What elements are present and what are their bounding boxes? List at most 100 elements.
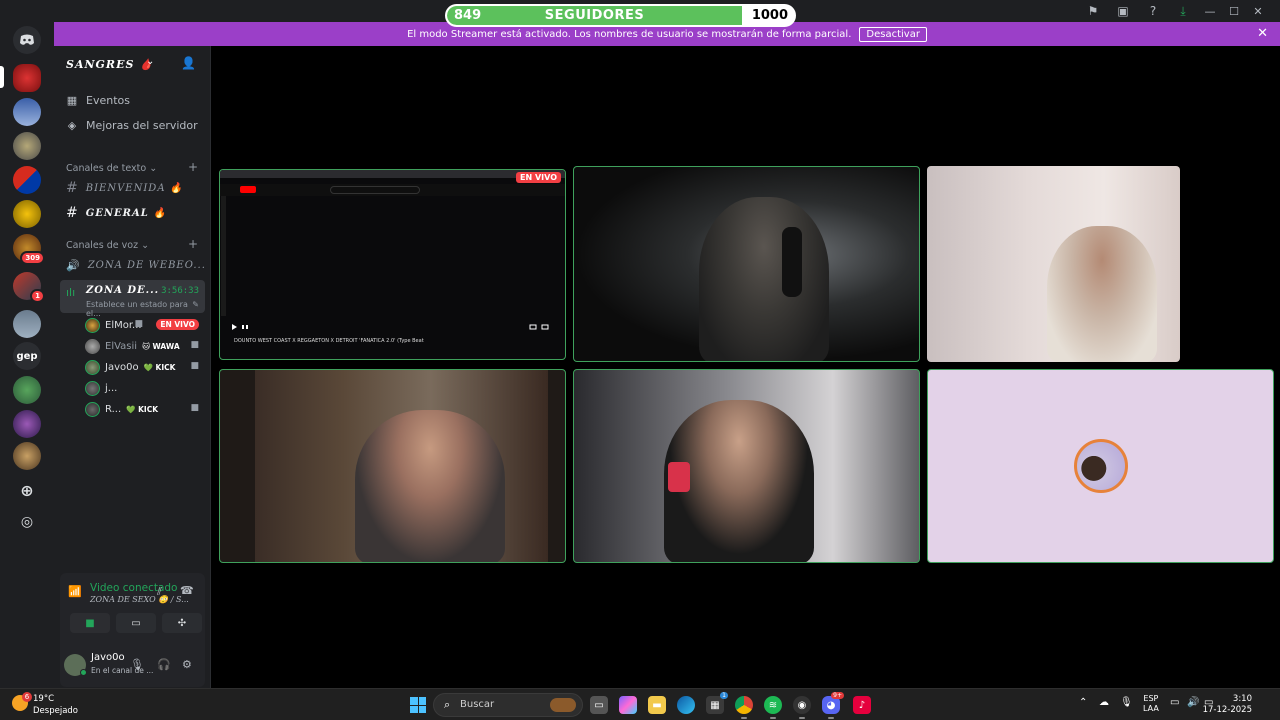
microphone-tray-icon[interactable]: 🎙 xyxy=(1120,697,1133,708)
voice-member[interactable]: ElVasii 🐱 WAWA ■ xyxy=(85,337,205,355)
channel-label: ZONA DE... xyxy=(86,285,160,296)
active-voice-channel[interactable]: ılı ZONA DE... 3:56:33 Establece un esta… xyxy=(60,280,205,318)
signal-icon[interactable]: 📶 xyxy=(68,585,82,598)
calendar-icon: ▦ xyxy=(66,94,78,107)
search-placeholder: Buscar xyxy=(460,699,495,710)
discord-home-icon[interactable] xyxy=(13,26,41,54)
channel-label: ZONA DE WEBEO... xyxy=(87,260,206,271)
server-icon-5[interactable] xyxy=(13,200,41,228)
server-name[interactable]: SANGRES 🩸 xyxy=(66,58,154,71)
task-view-icon[interactable]: ▭ xyxy=(590,696,608,714)
noise-suppression-icon[interactable]: ⫽ xyxy=(157,585,162,599)
microphone-icon[interactable]: 🎙 xyxy=(130,658,144,671)
voice-member[interactable]: j... xyxy=(85,379,205,397)
headphones-icon[interactable]: 🎧 xyxy=(157,658,171,671)
explore-icon[interactable]: ◎ xyxy=(13,508,41,536)
disconnect-icon[interactable]: ☎ xyxy=(180,584,194,597)
call-timer: 3:56:33 xyxy=(161,286,199,296)
activities-button[interactable]: ✣ xyxy=(162,613,202,633)
disable-streamer-mode-button[interactable]: Desactivar xyxy=(859,26,927,42)
onedrive-icon[interactable]: ☁ xyxy=(1099,697,1109,708)
camera-icon: ■ xyxy=(85,617,95,629)
camera-toggle-button[interactable]: ■ xyxy=(70,613,110,633)
server-icon-12[interactable] xyxy=(13,442,41,470)
camera-icon: ■ xyxy=(134,319,143,329)
taskbar-clock[interactable]: 3:10 17-12-2025 xyxy=(1203,694,1252,716)
language-indicator[interactable]: ESP LAA xyxy=(1143,694,1159,714)
browser-tabs xyxy=(220,170,565,178)
maximize-button[interactable]: ☐ xyxy=(1222,3,1246,19)
avatar xyxy=(85,338,100,354)
flag-icon[interactable]: ⚑ xyxy=(1078,3,1108,19)
server-icon-4[interactable] xyxy=(13,166,41,194)
participant-video xyxy=(1047,226,1157,362)
taskbar-search[interactable]: ⌕ Buscar xyxy=(433,693,583,717)
share-screen-button[interactable]: ▭ xyxy=(116,613,156,633)
voice-member[interactable]: ElMor... ■ EN VIVO xyxy=(85,316,205,334)
help-icon[interactable]: ? xyxy=(1138,3,1168,19)
browser-side-rail xyxy=(221,196,226,316)
voice-channel-path[interactable]: ZONA DE SEXO 😳 / S... xyxy=(90,595,189,604)
youtube-search xyxy=(330,186,420,194)
camera-tile[interactable] xyxy=(573,369,920,563)
add-server-icon[interactable]: ⊕ xyxy=(13,476,41,504)
member-name: j... xyxy=(105,382,118,394)
server-icon-sangres[interactable] xyxy=(13,64,41,92)
server-icon-10[interactable] xyxy=(13,376,41,404)
voice-channels-category[interactable]: Canales de voz ⌄ xyxy=(66,240,149,251)
boost-icon: ◈ xyxy=(67,119,77,132)
pencil-icon[interactable]: ✎ xyxy=(192,300,199,309)
obs-icon[interactable]: ◉ xyxy=(793,696,811,719)
add-channel-icon[interactable]: + xyxy=(188,237,198,251)
tiktok-icon[interactable]: ♪ xyxy=(853,696,871,714)
voice-member[interactable]: R... 💚 KICK ■ xyxy=(85,400,205,418)
server-icon-6[interactable]: 309 xyxy=(13,234,45,265)
inbox-icon[interactable]: ▣ xyxy=(1108,3,1138,19)
copilot-icon[interactable] xyxy=(619,696,637,714)
volume-icon[interactable]: 🔊 xyxy=(1187,697,1199,708)
avatar-tile[interactable] xyxy=(927,369,1274,563)
speaker-icon: 🔊 xyxy=(66,259,80,272)
chrome-icon[interactable] xyxy=(735,696,753,719)
voice-member[interactable]: Javo0o 💚 KICK ■ xyxy=(85,358,205,376)
voice-channel-webeo[interactable]: 🔊 ZONA DE WEBEO... xyxy=(66,259,206,272)
channel-bienvenida[interactable]: # BIENVENIDA 🔥 xyxy=(66,180,206,196)
server-badge: 1 xyxy=(30,289,45,303)
youtube-logo-icon xyxy=(240,186,256,193)
add-channel-icon[interactable]: + xyxy=(188,160,198,174)
store-icon[interactable]: ▦ 1 xyxy=(706,692,728,714)
camera-icon: ■ xyxy=(190,403,199,413)
server-icon-7[interactable]: 1 xyxy=(13,272,45,303)
spotify-icon[interactable]: ≋ xyxy=(764,696,782,719)
download-icon[interactable]: ⤓ xyxy=(1168,3,1198,19)
edge-icon[interactable] xyxy=(677,696,695,714)
server-icon-fortnite[interactable] xyxy=(13,98,41,126)
channel-general[interactable]: # GENERAL 🔥 xyxy=(66,205,206,221)
username[interactable]: Javo0o xyxy=(91,652,125,663)
file-explorer-icon[interactable]: ▬ xyxy=(648,696,666,714)
gear-icon[interactable]: ⚙ xyxy=(182,658,192,671)
network-icon[interactable]: ▭ xyxy=(1170,697,1179,708)
minimize-button[interactable]: — xyxy=(1198,3,1222,19)
follower-label: SEGUIDORES xyxy=(544,8,645,23)
camera-tile[interactable] xyxy=(573,166,920,362)
chevron-down-icon[interactable]: ⌄ xyxy=(146,56,154,67)
server-boosts-link[interactable]: ◈ Mejoras del servidor xyxy=(66,119,198,132)
avatar xyxy=(85,401,100,417)
windows-start-icon[interactable] xyxy=(410,697,426,713)
selected-server-pill xyxy=(0,66,4,88)
chevron-up-icon[interactable]: ⌃ xyxy=(1079,697,1087,708)
discord-taskbar-icon[interactable]: ◕ 9+ xyxy=(822,692,844,719)
server-icon-8[interactable] xyxy=(13,310,41,338)
text-channels-category[interactable]: Canales de texto ⌄ xyxy=(66,163,157,174)
add-member-icon[interactable]: 👤 xyxy=(181,56,196,70)
server-icon-gep[interactable]: gep xyxy=(13,342,41,370)
screen-share-tile[interactable]: DOUNTO WEST COAST X REGGAETON X DETROIT … xyxy=(219,169,566,360)
close-window-button[interactable]: ✕ xyxy=(1246,3,1270,19)
camera-tile[interactable] xyxy=(219,369,566,563)
events-link[interactable]: ▦ Eventos xyxy=(66,94,130,107)
server-icon-3[interactable] xyxy=(13,132,41,160)
close-icon[interactable]: ✕ xyxy=(1257,26,1268,41)
camera-tile[interactable] xyxy=(927,166,1180,362)
server-icon-11[interactable] xyxy=(13,410,41,438)
